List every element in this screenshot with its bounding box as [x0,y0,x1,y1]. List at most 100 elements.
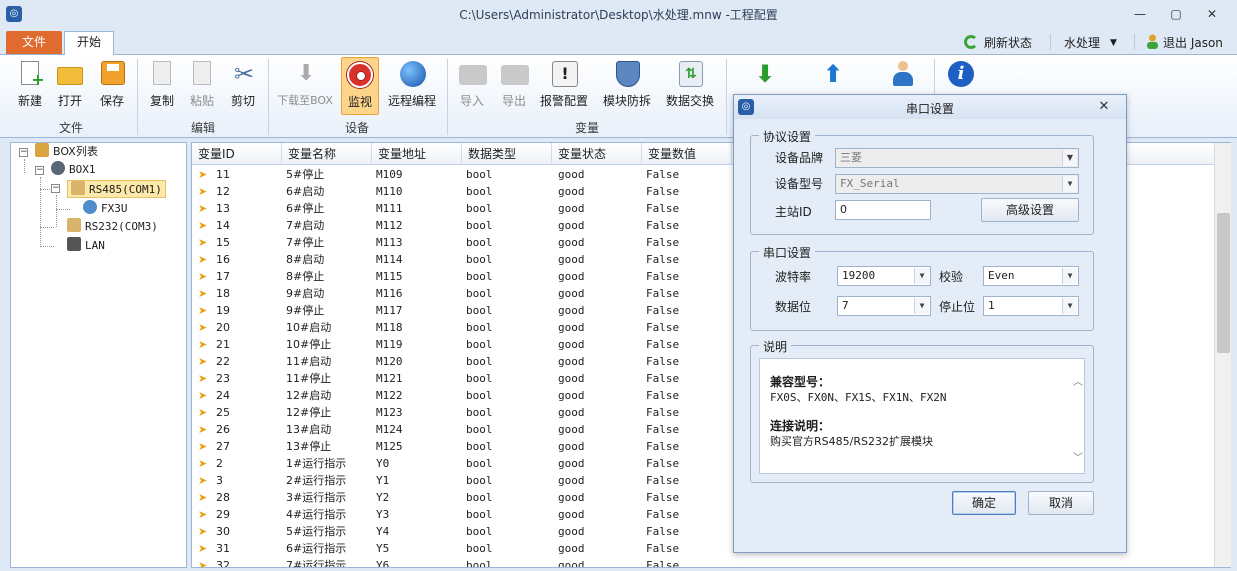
station-id-input[interactable]: 0 [835,200,931,220]
cut-button[interactable]: ✂ 剪切 [225,57,261,115]
cell-name: 13#启动 [286,423,332,436]
variable-icon: ➤ [198,491,208,504]
cell-status: good [558,355,585,368]
grid-scrollbar[interactable] [1214,143,1231,567]
databits-select[interactable]: 7 ▼ [837,296,931,316]
tree-lan[interactable]: LAN [67,237,105,255]
cell-value: False [646,525,680,538]
paste-button[interactable]: 粘贴 [184,57,220,115]
export-button[interactable]: 导出 [496,57,532,115]
copy-button[interactable]: 复制 [144,57,180,115]
advanced-settings-button[interactable]: 高级设置 [981,198,1079,222]
cell-name: 9#启动 [286,287,325,300]
logout-button[interactable]: 退出 Jason [1163,34,1223,51]
tree-line [40,246,54,247]
refresh-icon[interactable] [964,35,978,49]
model-select[interactable]: FX_Serial ▼ [835,174,1079,194]
cell-status: good [558,168,585,181]
cell-value: False [646,508,680,521]
tree-fx3u[interactable]: FX3U [83,200,128,218]
cancel-button[interactable]: 取消 [1028,491,1094,515]
parity-select[interactable]: Even ▼ [983,266,1079,286]
cell-value: False [646,338,680,351]
collapse-toggle[interactable]: − [19,148,28,157]
baud-label: 波特率 [775,270,812,284]
tree-rs485[interactable]: RS485(COM1) [67,180,166,198]
alarm-config-button[interactable]: ! 报警配置 [538,57,590,115]
data-exchange-button[interactable]: ⇅ 数据交换 [664,57,716,115]
close-icon[interactable]: ✕ [1202,6,1222,22]
cell-status: good [558,202,585,215]
variable-icon: ➤ [198,457,208,470]
variable-icon: ➤ [198,270,208,283]
collapse-toggle[interactable]: − [51,184,60,193]
tree-line [56,209,70,210]
col-header-value[interactable]: 变量数值 [642,143,732,165]
variable-icon: ➤ [198,559,208,568]
col-header-name[interactable]: 变量名称 [282,143,372,165]
cell-status: good [558,440,585,453]
baud-select[interactable]: 19200 ▼ [837,266,931,286]
col-header-status[interactable]: 变量状态 [552,143,642,165]
col-header-id[interactable]: 变量ID [192,143,282,165]
brand-select[interactable]: 三菱 ▼ [835,148,1079,168]
protocol-legend: 协议设置 [759,128,816,145]
cell-address: Y0 [376,457,390,470]
cell-address: M113 [376,236,403,249]
scroll-down-icon[interactable]: ﹀ [1073,449,1083,464]
table-row[interactable]: ➤ 32 7#运行指示 Y6 bool good False [192,557,1212,568]
group-separator [447,59,448,135]
chevron-down-icon[interactable]: ▼ [1110,38,1117,48]
tree-rs232[interactable]: RS232(COM3) [67,218,158,236]
stopbits-select[interactable]: 1 ▼ [983,296,1079,316]
model-value: FX_Serial [840,177,900,190]
cell-address: Y2 [376,491,390,504]
dialog-close-icon[interactable]: ✕ [1096,99,1112,115]
tree-fx3u-label: FX3U [101,202,128,215]
save-button[interactable]: 保存 [94,57,130,115]
cell-status: good [558,389,585,402]
paste-label: 粘贴 [189,94,214,108]
monitor-button[interactable]: 监视 [341,57,379,115]
cell-type: bool [466,219,493,232]
cell-id: 17 [216,270,230,283]
cell-name: 11#停止 [286,372,332,385]
import-button[interactable]: 导入 [454,57,490,115]
col-header-address[interactable]: 变量地址 [372,143,462,165]
refresh-status-button[interactable]: 刷新状态 [984,34,1032,51]
tab-start[interactable]: 开始 [64,31,114,55]
cell-type: bool [466,542,493,555]
protocol-settings-group: 协议设置 设备品牌 三菱 ▼ 设备型号 FX_Serial ▼ 主站ID 0 高级设… [750,128,1094,235]
minimize-icon[interactable]: — [1130,6,1150,22]
scrollbar-thumb[interactable] [1217,213,1230,353]
cell-type: bool [466,338,493,351]
variable-icon: ➤ [198,474,208,487]
conn-title: 连接说明： [770,419,831,433]
open-button[interactable]: 打开 [52,57,88,115]
chevron-down-icon: ▼ [1062,298,1077,314]
col-header-type[interactable]: 数据类型 [462,143,552,165]
tree-rs485-label: RS485(COM1) [89,183,162,196]
lan-icon [67,237,81,251]
maximize-icon[interactable]: ▢ [1166,6,1186,22]
ok-button[interactable]: 确定 [952,491,1016,515]
scroll-up-icon[interactable]: ︿ [1073,373,1083,388]
collapse-toggle[interactable]: − [35,166,44,175]
cell-status: good [558,304,585,317]
cell-id: 11 [216,168,230,181]
download-to-box-button[interactable]: ⬇ 下载至BOX [274,57,336,115]
group-device-label: 设备 [344,121,369,135]
description-box[interactable]: 兼容型号： FX0S、FX0N、FX1S、FX1N、FX2N 连接说明： 购买官… [759,358,1085,474]
new-button[interactable]: + 新建 [12,57,48,115]
project-dropdown[interactable]: 水处理 [1064,34,1100,51]
remote-programming-button[interactable]: 远程编程 [386,57,438,115]
tree-box1[interactable]: BOX1 [51,161,96,179]
copy-label: 复制 [149,94,174,108]
cell-status: good [558,287,585,300]
cell-name: 6#启动 [286,185,325,198]
tree-root[interactable]: BOX列表 [35,143,98,161]
variable-icon: ➤ [198,321,208,334]
cell-address: M117 [376,304,403,317]
tab-file[interactable]: 文件 [6,31,62,54]
module-protect-button[interactable]: 模块防拆 [601,57,653,115]
